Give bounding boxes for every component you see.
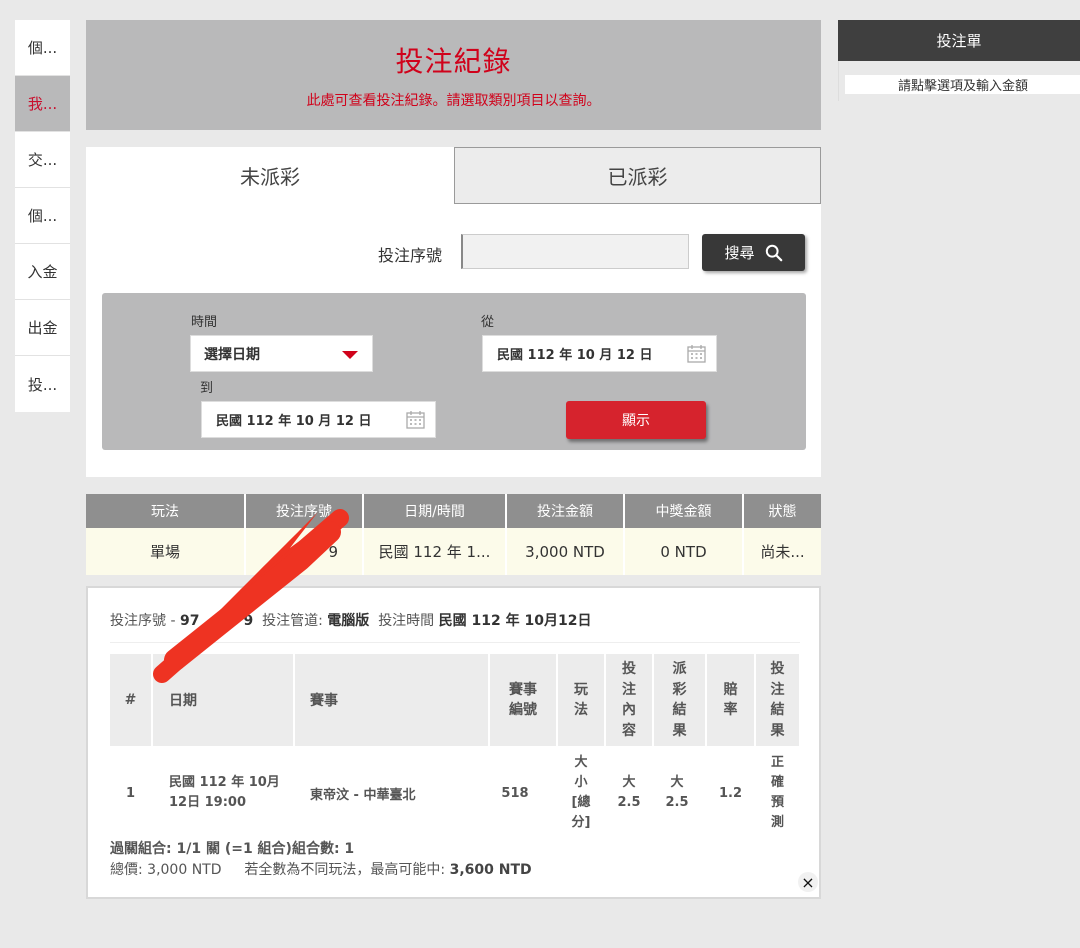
- serial-label: 投注序號: [110, 613, 166, 629]
- nav-item-label: 入金: [27, 263, 58, 281]
- to-date-value: 民國 112 年 10 月 12 日: [216, 414, 372, 429]
- calendar-icon[interactable]: [406, 411, 425, 429]
- search-label: 投注序號: [378, 246, 443, 265]
- page-subtitle: 此處可查看投注紀錄。請選取類別項目以查詢。: [306, 93, 601, 109]
- table-row[interactable]: 單場 9 民國 112 年 1... 3,000 NTD 0 NTD 尚未...: [86, 528, 821, 575]
- tab-bar: 未派彩 已派彩: [86, 147, 821, 204]
- bet-time-value: 民國 112 年 10月12日: [438, 613, 592, 629]
- results-table: 玩法 投注序號 日期/時間 投注金額 中獎金額 狀態 單場 9 民國 112 年…: [86, 494, 821, 575]
- show-button[interactable]: 顯示: [566, 401, 706, 439]
- date-filter: 時間 選擇日期 從 民國 112 年 10 月 12 日 到 民國 112 年 …: [102, 293, 806, 450]
- column-header: 中獎金額: [625, 494, 744, 528]
- divider: [110, 642, 800, 643]
- betslip-title: 投注單: [838, 20, 1080, 61]
- detail-cell-date: 民國 112 年 10月 12日 19:00: [169, 775, 280, 810]
- price-summary: 總價: 3,000 NTD 若全數為不同玩法，最高可能中: 3,600 NTD: [110, 859, 532, 879]
- calendar-icon[interactable]: [687, 345, 706, 363]
- nav-item-personal[interactable]: 個...: [15, 188, 70, 244]
- detail-cell-match-no: 518: [501, 785, 529, 801]
- records-panel: 未派彩 已派彩 投注序號 搜尋 時間 選擇日期 從 民國 112 年 10 月 …: [86, 147, 821, 477]
- search-button[interactable]: 搜尋: [702, 234, 805, 271]
- tab-unsettled[interactable]: 未派彩: [86, 147, 454, 204]
- detail-header-match-no: 賽事 編號: [490, 654, 556, 746]
- nav-item-transactions[interactable]: 交...: [15, 132, 70, 188]
- detail-header-play: 玩法: [558, 654, 604, 746]
- max-win-label: 若全數為不同玩法，最高可能中:: [244, 862, 446, 878]
- betslip-panel: 請點擊選項及輸入金額: [838, 61, 1080, 101]
- table-cell: 單場: [86, 528, 246, 575]
- chevron-down-icon: [342, 351, 358, 359]
- detail-cell-payout: 大 2.5: [665, 775, 689, 810]
- detail-cell-match: 東帝汶 - 中華臺北: [310, 787, 416, 803]
- serial-search-input[interactable]: [461, 234, 689, 269]
- detail-header-odds: 賠率: [707, 654, 754, 746]
- detail-header-no: #: [110, 654, 151, 746]
- parlay-summary: 過關組合: 1/1 關 (=1 組合)組合數: 1: [110, 841, 355, 857]
- column-header: 狀態: [744, 494, 821, 528]
- from-date-input[interactable]: 民國 112 年 10 月 12 日: [482, 335, 717, 372]
- time-select[interactable]: 選擇日期: [190, 335, 373, 372]
- time-select-value: 選擇日期: [204, 346, 260, 363]
- detail-cell-content: 大 2.5: [617, 775, 641, 810]
- table-header: 玩法 投注序號 日期/時間 投注金額 中獎金額 狀態: [86, 494, 821, 528]
- bet-time-label: 投注時間: [378, 613, 435, 629]
- search-button-label: 搜尋: [724, 244, 755, 262]
- to-date-input[interactable]: 民國 112 年 10 月 12 日: [201, 401, 436, 438]
- column-header: 玩法: [86, 494, 246, 528]
- betslip-hint: 請點擊選項及輸入金額: [845, 75, 1080, 94]
- page-header: 投注紀錄 此處可查看投注紀錄。請選取類別項目以查詢。: [86, 20, 821, 130]
- search-icon: [765, 244, 782, 261]
- time-label: 時間: [191, 315, 218, 330]
- detail-header-date: 日期: [153, 654, 293, 746]
- to-label: 到: [200, 381, 214, 396]
- nav-item-label: 我...: [27, 95, 58, 113]
- detail-cell-no: 1: [125, 785, 136, 801]
- from-date-value: 民國 112 年 10 月 12 日: [497, 348, 653, 363]
- detail-header-match: 賽事: [295, 654, 488, 746]
- column-header: 日期/時間: [364, 494, 507, 528]
- total-label: 總價:: [110, 862, 143, 878]
- from-label: 從: [481, 315, 495, 330]
- nav-item-withdraw[interactable]: 出金: [15, 300, 70, 356]
- table-cell: 0 NTD: [625, 528, 744, 575]
- table-cell: 尚未...: [744, 528, 821, 575]
- bet-detail-panel: 投注序號 - 97 9 投注管道: 電腦版 投注時間 民國 112 年 10月12…: [86, 586, 821, 899]
- nav-item-label: 個...: [27, 207, 58, 225]
- detail-header-result: 投注結果: [756, 654, 799, 746]
- close-icon[interactable]: ×: [798, 872, 818, 892]
- detail-cell-odds: 1.2: [718, 785, 743, 801]
- tab-settled[interactable]: 已派彩: [454, 147, 821, 204]
- bet-meta: 投注序號 - 97 9 投注管道: 電腦版 投注時間 民國 112 年 10月12…: [110, 610, 591, 630]
- page-title: 投注紀錄: [395, 45, 512, 78]
- detail-cell-play: 大小 [總 分]: [571, 755, 591, 830]
- table-cell: 3,000 NTD: [507, 528, 625, 575]
- channel-label: 投注管道:: [262, 613, 323, 629]
- channel-value: 電腦版: [327, 613, 370, 629]
- table-cell: 民國 112 年 1...: [364, 528, 507, 575]
- serial-value: 97: [179, 613, 200, 629]
- table-cell: 9: [246, 528, 364, 575]
- left-nav: 個... 我... 交... 個... 入金 出金 投...: [15, 20, 70, 412]
- max-win-value: 3,600 NTD: [449, 862, 532, 878]
- column-header: 投注序號: [246, 494, 364, 528]
- nav-item-label: 交...: [27, 151, 58, 169]
- detail-header-payout: 派彩結果: [654, 654, 705, 746]
- nav-item-my-records[interactable]: 我...: [15, 76, 70, 132]
- column-header: 投注金額: [507, 494, 625, 528]
- nav-item-betting[interactable]: 投...: [15, 356, 70, 412]
- nav-item-profile[interactable]: 個...: [15, 20, 70, 76]
- nav-item-label: 個...: [27, 39, 58, 57]
- detail-header-content: 投注內容: [606, 654, 652, 746]
- detail-cell-result: 正確預測: [770, 755, 784, 830]
- nav-item-label: 投...: [27, 375, 58, 394]
- serial-separator: -: [170, 613, 176, 629]
- nav-item-deposit[interactable]: 入金: [15, 244, 70, 300]
- total-value: 3,000 NTD: [147, 862, 222, 878]
- nav-item-label: 出金: [27, 319, 58, 337]
- serial-value-tail: 9: [243, 613, 254, 629]
